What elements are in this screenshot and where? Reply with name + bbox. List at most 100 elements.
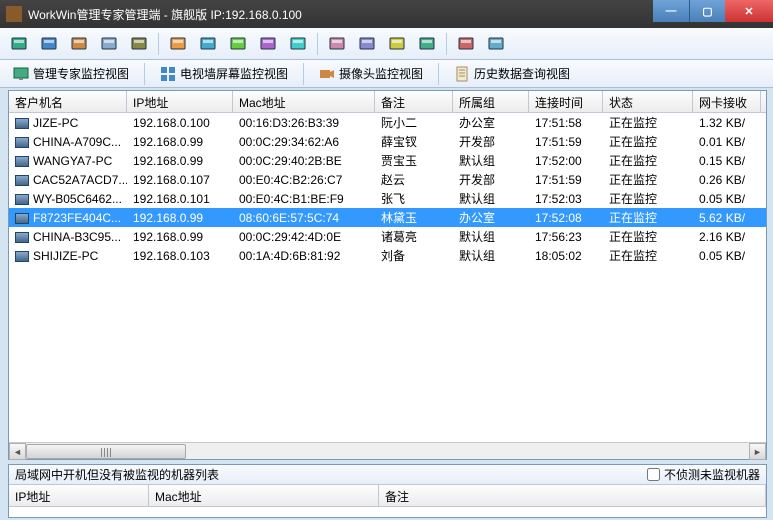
cell: 默认组 bbox=[453, 151, 529, 170]
refresh-icon bbox=[229, 35, 247, 53]
scroll-left-arrow[interactable]: ◄ bbox=[9, 443, 26, 460]
scroll-right-arrow[interactable]: ► bbox=[749, 443, 766, 460]
monitor-icon bbox=[10, 35, 28, 53]
export-icon bbox=[388, 35, 406, 53]
no-detect-checkbox[interactable]: 不侦测未监视机器 bbox=[647, 466, 760, 483]
cell: JIZE-PC bbox=[9, 115, 127, 131]
cell: 正在监控 bbox=[603, 189, 693, 208]
toolbar-button[interactable] bbox=[66, 31, 92, 57]
app-icon bbox=[6, 6, 22, 22]
toolbar-button[interactable] bbox=[165, 31, 191, 57]
col-note[interactable]: 备注 bbox=[379, 485, 766, 506]
toolbar-button[interactable] bbox=[453, 31, 479, 57]
log-icon bbox=[358, 35, 376, 53]
cell: WANGYA7-PC bbox=[9, 153, 127, 169]
gear-icon bbox=[130, 35, 148, 53]
cell: 00:0C:29:40:2B:BE bbox=[233, 153, 375, 169]
cell: 00:E0:4C:B2:26:C7 bbox=[233, 172, 375, 188]
col-mac[interactable]: Mac地址 bbox=[233, 91, 375, 112]
cell: 192.168.0.100 bbox=[127, 115, 233, 131]
toolbar-button[interactable] bbox=[255, 31, 281, 57]
computer-icon bbox=[15, 156, 29, 167]
tab-label: 摄像头监控视图 bbox=[339, 65, 423, 82]
cell: 18:05:02 bbox=[529, 248, 603, 264]
col-clientname[interactable]: 客户机名 bbox=[9, 91, 127, 112]
titlebar: WorkWin管理专家管理端 - 旗舰版 IP:192.168.0.100 — … bbox=[0, 0, 773, 28]
table-header: 客户机名 IP地址 Mac地址 备注 所属组 连接时间 状态 网卡接收 bbox=[9, 91, 766, 113]
tab-label: 管理专家监控视图 bbox=[33, 65, 129, 82]
close-button[interactable]: ✕ bbox=[725, 0, 773, 22]
cell: 默认组 bbox=[453, 189, 529, 208]
cell: 贾宝玉 bbox=[375, 151, 453, 170]
toolbar-button[interactable] bbox=[126, 31, 152, 57]
cell: SHIJIZE-PC bbox=[9, 248, 127, 264]
col-group[interactable]: 所属组 bbox=[453, 91, 529, 112]
maximize-button[interactable]: ▢ bbox=[689, 0, 725, 22]
toolbar-button[interactable] bbox=[225, 31, 251, 57]
cell: 17:52:03 bbox=[529, 191, 603, 207]
cell: 张飞 bbox=[375, 189, 453, 208]
scroll-thumb[interactable] bbox=[26, 444, 186, 459]
cell: 192.168.0.99 bbox=[127, 210, 233, 226]
cell: CHINA-B3C95... bbox=[9, 229, 127, 245]
cell: 正在监控 bbox=[603, 170, 693, 189]
minimize-button[interactable]: — bbox=[653, 0, 689, 22]
cell: 0.26 KB/ bbox=[693, 172, 761, 188]
separator bbox=[317, 33, 318, 55]
toolbar-button[interactable] bbox=[324, 31, 350, 57]
col-note[interactable]: 备注 bbox=[375, 91, 453, 112]
toolbar-button[interactable] bbox=[6, 31, 32, 57]
cell: CHINA-A709C... bbox=[9, 134, 127, 150]
panel-header: 局域网中开机但没有被监视的机器列表 不侦测未监视机器 bbox=[9, 465, 766, 485]
table-row[interactable]: F8723FE404C...192.168.0.9908:60:6E:57:5C… bbox=[9, 208, 766, 227]
tab-tvwall-view[interactable]: 电视墙屏幕监控视图 bbox=[153, 62, 295, 85]
separator bbox=[158, 33, 159, 55]
toolbar-button[interactable] bbox=[285, 31, 311, 57]
table-body: JIZE-PC192.168.0.10000:16:D3:26:B3:39阮小二… bbox=[9, 113, 766, 442]
tab-expert-view[interactable]: 管理专家监控视图 bbox=[6, 62, 136, 85]
table-row[interactable]: CAC52A7ACD7...192.168.0.10700:E0:4C:B2:2… bbox=[9, 170, 766, 189]
cell: 17:51:59 bbox=[529, 134, 603, 150]
toolbar-button[interactable] bbox=[483, 31, 509, 57]
col-ip[interactable]: IP地址 bbox=[9, 485, 149, 506]
col-rx[interactable]: 网卡接收 bbox=[693, 91, 761, 112]
cell: 192.168.0.99 bbox=[127, 153, 233, 169]
settings-icon bbox=[259, 35, 277, 53]
cell: 办公室 bbox=[453, 208, 529, 227]
toolbar-button[interactable] bbox=[96, 31, 122, 57]
col-status[interactable]: 状态 bbox=[603, 91, 693, 112]
table-row[interactable]: WY-B05C6462...192.168.0.10100:E0:4C:B1:B… bbox=[9, 189, 766, 208]
cell: F8723FE404C... bbox=[9, 210, 127, 226]
toolbar-button[interactable] bbox=[36, 31, 62, 57]
scroll-track[interactable] bbox=[26, 443, 749, 459]
tab-history-view[interactable]: 历史数据查询视图 bbox=[447, 62, 577, 85]
table-row[interactable]: CHINA-A709C...192.168.0.9900:0C:29:34:62… bbox=[9, 132, 766, 151]
separator bbox=[303, 63, 304, 85]
grid-icon bbox=[160, 66, 176, 82]
horizontal-scrollbar[interactable]: ◄ ► bbox=[9, 442, 766, 459]
table-row[interactable]: WANGYA7-PC192.168.0.9900:0C:29:40:2B:BE贾… bbox=[9, 151, 766, 170]
toolbar-button[interactable] bbox=[384, 31, 410, 57]
cell: 正在监控 bbox=[603, 132, 693, 151]
list-icon bbox=[418, 35, 436, 53]
cell: 阮小二 bbox=[375, 113, 453, 132]
session-icon bbox=[487, 35, 505, 53]
cell: 1.32 KB/ bbox=[693, 115, 761, 131]
table-row[interactable]: SHIJIZE-PC192.168.0.10300:1A:4D:6B:81:92… bbox=[9, 246, 766, 265]
table-row[interactable]: JIZE-PC192.168.0.10000:16:D3:26:B3:39阮小二… bbox=[9, 113, 766, 132]
cell: 正在监控 bbox=[603, 113, 693, 132]
cell: 刘备 bbox=[375, 246, 453, 265]
computer-icon bbox=[15, 137, 29, 148]
tab-camera-view[interactable]: 摄像头监控视图 bbox=[312, 62, 430, 85]
toolbar-button[interactable] bbox=[414, 31, 440, 57]
col-ip[interactable]: IP地址 bbox=[127, 91, 233, 112]
col-time[interactable]: 连接时间 bbox=[529, 91, 603, 112]
toolbar-button[interactable] bbox=[195, 31, 221, 57]
computer-icon bbox=[15, 118, 29, 129]
checkbox-input[interactable] bbox=[647, 468, 660, 481]
table-row[interactable]: CHINA-B3C95...192.168.0.9900:0C:29:42:4D… bbox=[9, 227, 766, 246]
separator bbox=[144, 63, 145, 85]
toolbar-button[interactable] bbox=[354, 31, 380, 57]
unmonitored-panel: 局域网中开机但没有被监视的机器列表 不侦测未监视机器 IP地址 Mac地址 备注 bbox=[8, 464, 767, 518]
col-mac[interactable]: Mac地址 bbox=[149, 485, 379, 506]
